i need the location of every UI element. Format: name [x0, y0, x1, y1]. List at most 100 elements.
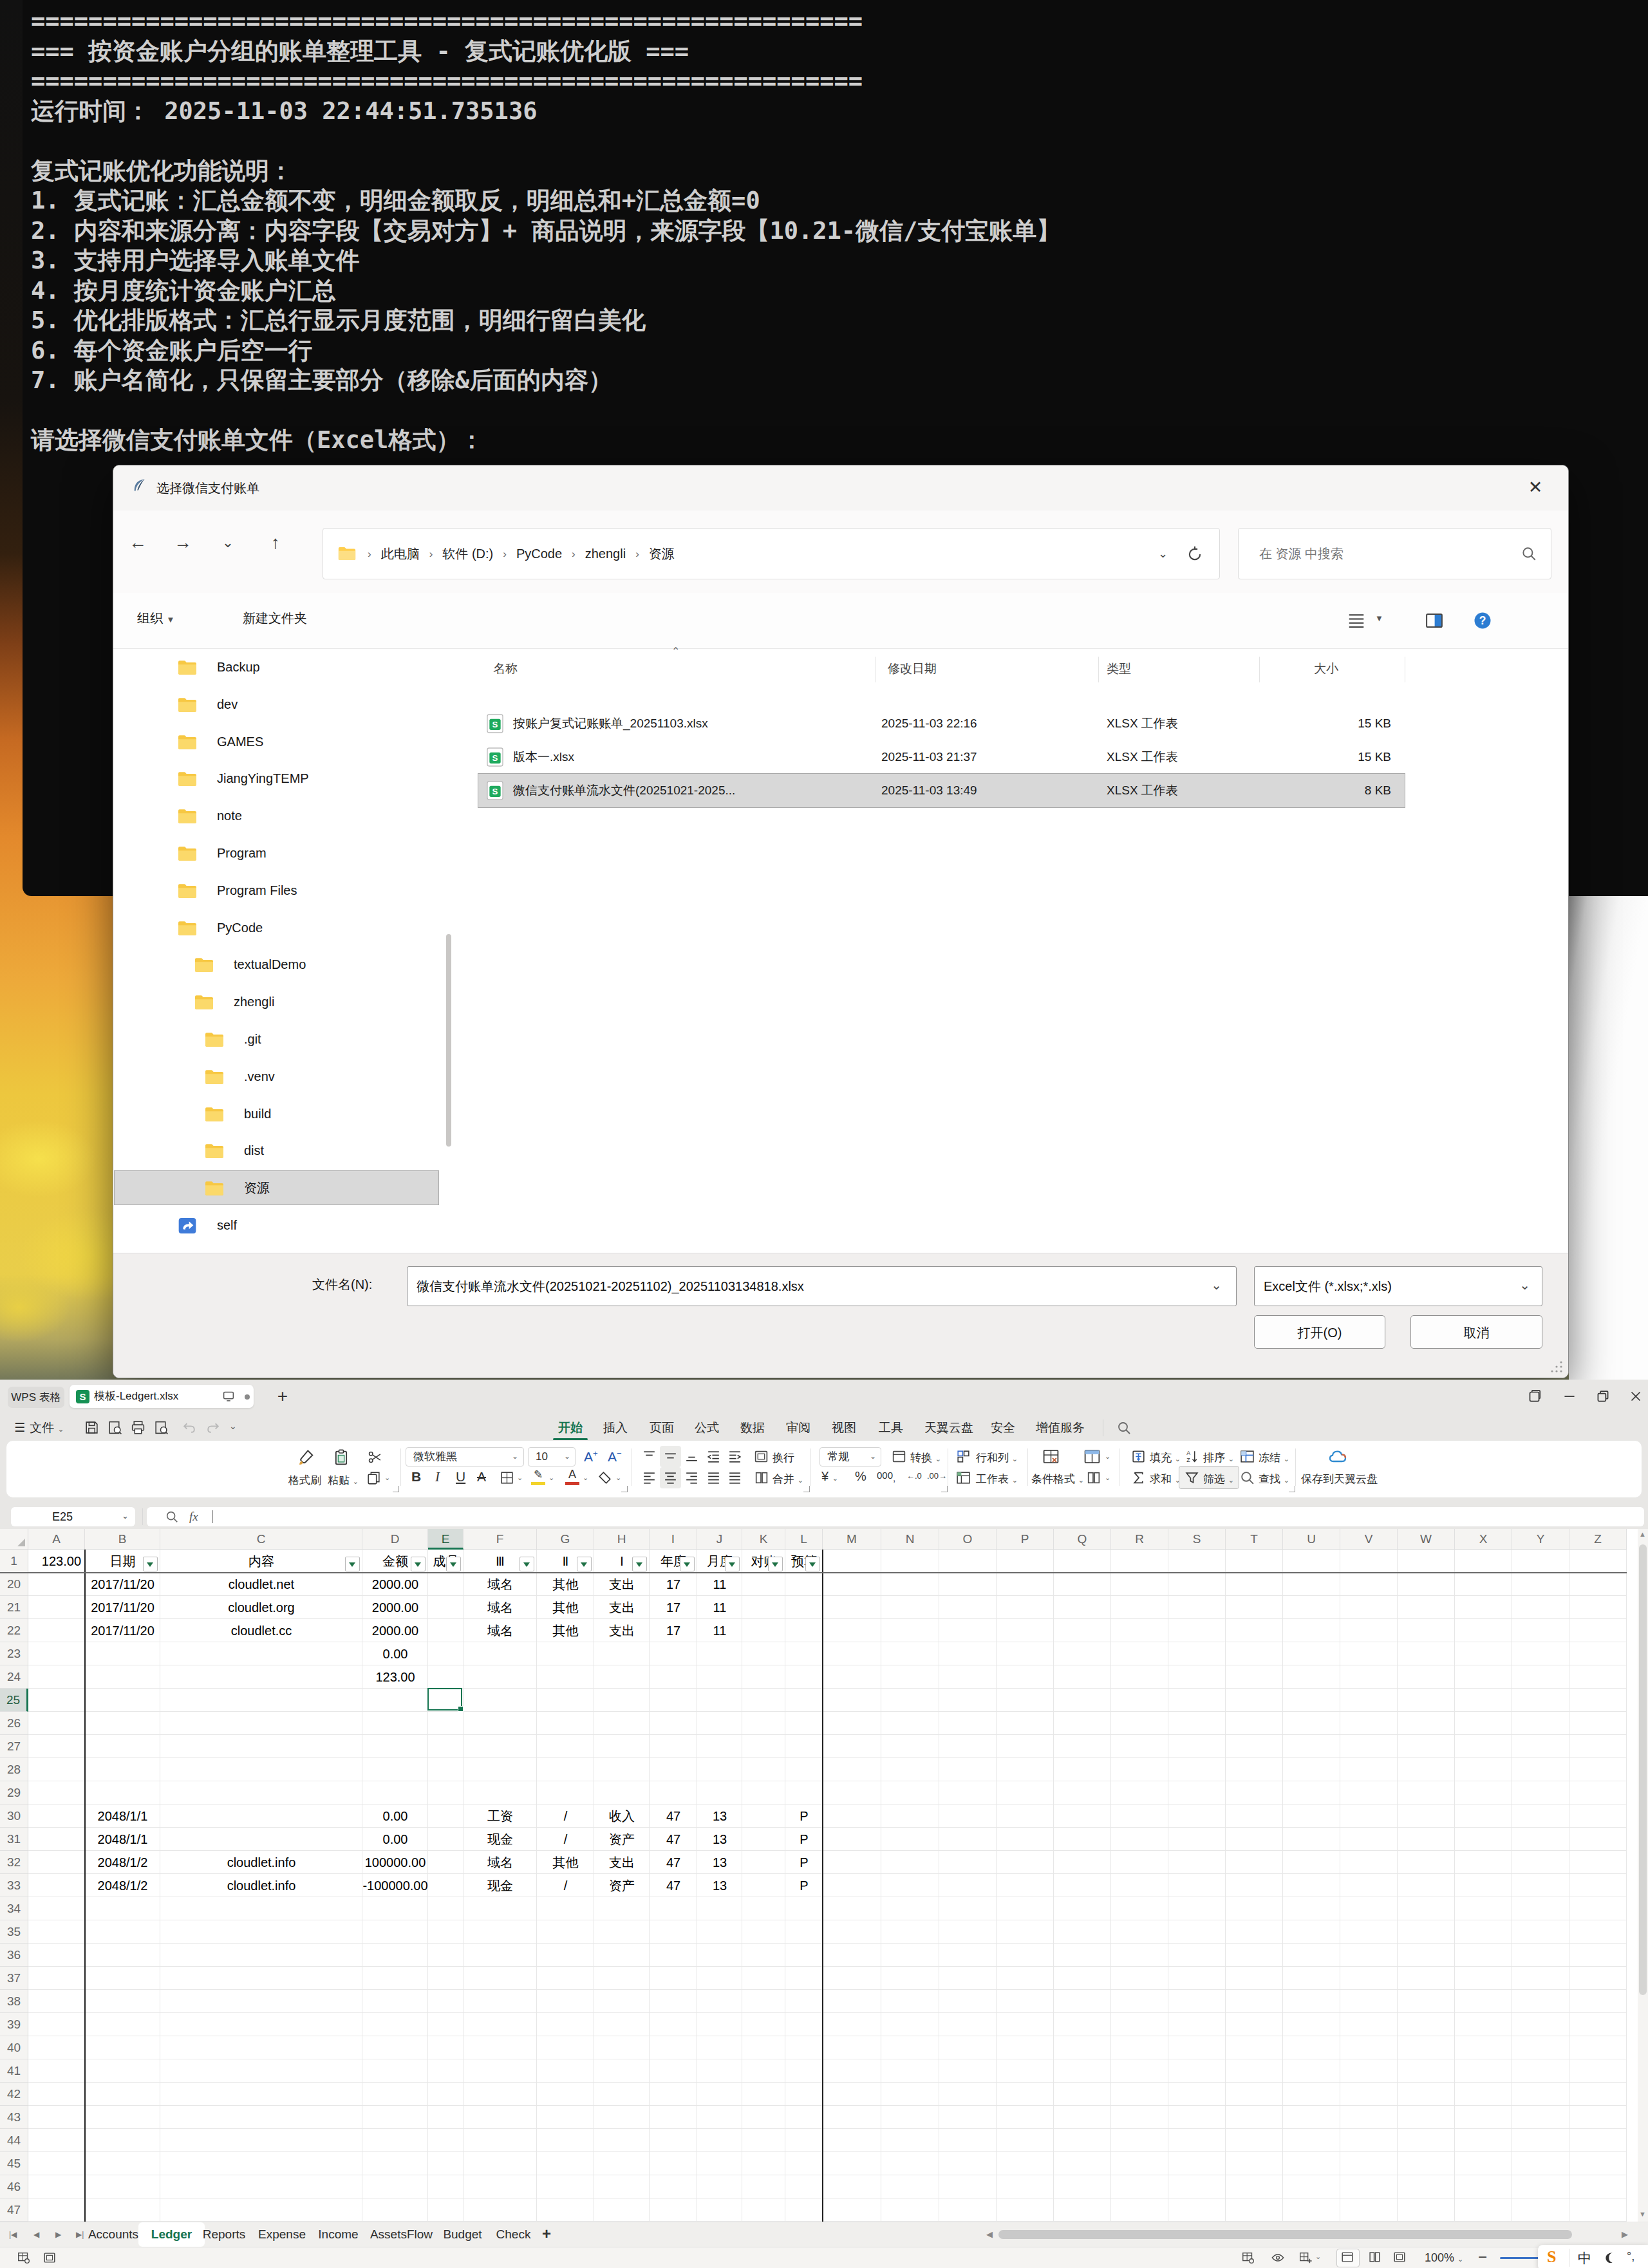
breadcrumb-chevron-icon[interactable]: ›	[429, 547, 433, 561]
font-size-select[interactable]: 10⌄	[528, 1447, 576, 1467]
currency-button[interactable]: ¥ ⌄	[821, 1469, 838, 1484]
column-header-P[interactable]: P	[997, 1529, 1054, 1550]
row-header-24[interactable]: 24	[0, 1665, 28, 1689]
cell-H20[interactable]: 支出	[594, 1573, 650, 1596]
tree-item-program-files[interactable]: Program Files	[115, 874, 438, 907]
row-header-39[interactable]: 39	[0, 2013, 28, 2036]
column-header-U[interactable]: U	[1283, 1529, 1340, 1550]
decimal-increase-button[interactable]: ←.0	[906, 1471, 922, 1481]
copy-icon[interactable]	[366, 1470, 382, 1486]
ribbon-tab-审阅[interactable]: 审阅	[774, 1418, 823, 1438]
sum-icon[interactable]	[1130, 1470, 1147, 1486]
column-header-T[interactable]: T	[1226, 1529, 1283, 1550]
column-header-J[interactable]: J	[697, 1529, 742, 1550]
column-header-V[interactable]: V	[1340, 1529, 1398, 1550]
cell-G20[interactable]: 其他	[537, 1573, 594, 1596]
cell-B33[interactable]: 2048/1/2	[85, 1874, 160, 1897]
wps-minimize-icon[interactable]	[1561, 1388, 1578, 1405]
view-normal-icon[interactable]	[1340, 2250, 1354, 2264]
file-menu-button[interactable]: ☰ 文件 ⌄	[14, 1418, 64, 1438]
row-header-20[interactable]: 20	[0, 1573, 28, 1596]
worksheet-icon[interactable]	[955, 1470, 971, 1486]
tree-item-dot-git[interactable]: .git	[115, 1022, 438, 1056]
table-style-chevron[interactable]: ⌄	[1105, 1452, 1110, 1461]
rows-cols-button[interactable]: 行和列 ⌄	[976, 1450, 1018, 1465]
filetype-select[interactable]: Excel文件 (*.xlsx;*.xls)⌄	[1254, 1266, 1542, 1306]
tree-item-self[interactable]: self	[115, 1208, 438, 1242]
row-header-26[interactable]: 26	[0, 1712, 28, 1735]
refresh-icon[interactable]	[1186, 545, 1204, 563]
column-header-X[interactable]: X	[1455, 1529, 1512, 1550]
decimal-decrease-button[interactable]: .00→	[927, 1471, 947, 1481]
save-cloud-button[interactable]: 保存到天翼云盘	[1301, 1472, 1378, 1486]
row-header-25[interactable]: 25	[0, 1689, 28, 1712]
ribbon-tab-公式[interactable]: 公式	[682, 1418, 731, 1438]
cell-B20[interactable]: 2017/11/20	[85, 1573, 160, 1596]
cell-C32[interactable]: cloudlet.info	[160, 1851, 362, 1874]
save-icon[interactable]	[84, 1420, 100, 1436]
output-preview-icon[interactable]	[107, 1420, 123, 1436]
filter-button-C[interactable]	[345, 1557, 360, 1571]
cell-B30[interactable]: 2048/1/1	[85, 1804, 160, 1828]
borders-icon[interactable]	[499, 1470, 515, 1486]
font-shrink-button[interactable]: A−	[608, 1448, 622, 1465]
column-header-R[interactable]: R	[1111, 1529, 1168, 1550]
cell-J20[interactable]: 11	[697, 1573, 742, 1596]
cell-L30[interactable]: P	[785, 1804, 823, 1828]
font-color-chevron[interactable]: ⌄	[583, 1474, 588, 1482]
row-header-33[interactable]: 33	[0, 1874, 28, 1897]
selected-cell[interactable]	[427, 1688, 462, 1710]
conditional-format-icon[interactable]	[1042, 1447, 1060, 1466]
hscroll-right-arrow[interactable]: ▶	[1622, 2229, 1628, 2239]
cell-H30[interactable]: 收入	[594, 1804, 650, 1828]
print-preview-icon[interactable]	[153, 1420, 169, 1436]
organize-button[interactable]: 组织 ▼	[137, 610, 174, 627]
row-header-30[interactable]: 30	[0, 1804, 28, 1828]
filename-input[interactable]: 微信支付账单流水文件(20251021-20251102)_2025110313…	[407, 1266, 1237, 1306]
wps-app-tab[interactable]: WPS 表格	[8, 1387, 64, 1408]
cell-C33[interactable]: cloudlet.info	[160, 1874, 362, 1897]
ribbon-tab-工具[interactable]: 工具	[866, 1418, 915, 1438]
cell-J30[interactable]: 13	[697, 1804, 742, 1828]
address-box[interactable]: ›此电脑›软件 (D:)›PyCode›zhengli›资源⌄	[323, 528, 1220, 579]
sheet-first-button[interactable]: |◀	[9, 2222, 17, 2247]
sheet-tab-ledger[interactable]: Ledger	[138, 2222, 205, 2247]
row-header-46[interactable]: 46	[0, 2175, 28, 2198]
row-header-21[interactable]: 21	[0, 1596, 28, 1619]
cell-C22[interactable]: cloudlet.cc	[160, 1619, 362, 1642]
column-header-L[interactable]: L	[785, 1529, 823, 1550]
breadcrumb-segment[interactable]: PyCode	[516, 547, 562, 561]
cell-D20[interactable]: 2000.00	[362, 1573, 428, 1596]
group-expand-icon[interactable]	[393, 1486, 399, 1492]
ribbon-tab-数据[interactable]: 数据	[728, 1418, 777, 1438]
tree-item-资源[interactable]: 资源	[115, 1171, 438, 1204]
align-center-icon[interactable]	[662, 1470, 679, 1486]
convert-icon[interactable]	[891, 1448, 907, 1465]
convert-button[interactable]: 转换 ⌄	[910, 1450, 941, 1465]
reading-mode-icon[interactable]	[1271, 2251, 1285, 2265]
tree-scrollbar[interactable]	[446, 934, 451, 1147]
tree-item-backup[interactable]: Backup	[115, 650, 438, 684]
vscroll-thumb[interactable]	[1639, 1544, 1647, 1995]
list-column-type[interactable]: 类型	[1107, 649, 1131, 689]
cell-H21[interactable]: 支出	[594, 1596, 650, 1619]
row-header-42[interactable]: 42	[0, 2083, 28, 2106]
wps-workspace-icon[interactable]	[1526, 1388, 1542, 1405]
sheet-tab-income[interactable]: Income	[312, 2222, 365, 2247]
new-folder-button[interactable]: 新建文件夹	[243, 610, 307, 627]
row-header-38[interactable]: 38	[0, 1990, 28, 2013]
tree-item-build[interactable]: build	[115, 1097, 438, 1130]
group-expand-icon[interactable]	[1289, 1486, 1295, 1492]
row-header-36[interactable]: 36	[0, 1944, 28, 1967]
forward-button[interactable]: →	[170, 530, 196, 556]
sum-button[interactable]: 求和 ⌄	[1150, 1472, 1181, 1486]
cell-L32[interactable]: P	[785, 1851, 823, 1874]
cell-L33[interactable]: P	[785, 1874, 823, 1897]
hscroll-left-arrow[interactable]: ◀	[986, 2229, 993, 2239]
font-name-chevron[interactable]: ⌄	[512, 1448, 518, 1466]
filter-button-D[interactable]	[411, 1557, 426, 1571]
breadcrumb-segment[interactable]: 此电脑	[381, 545, 420, 563]
view-break-icon[interactable]	[1392, 2250, 1407, 2264]
column-header-H[interactable]: H	[594, 1529, 650, 1550]
cell-D30[interactable]: 0.00	[362, 1804, 428, 1828]
